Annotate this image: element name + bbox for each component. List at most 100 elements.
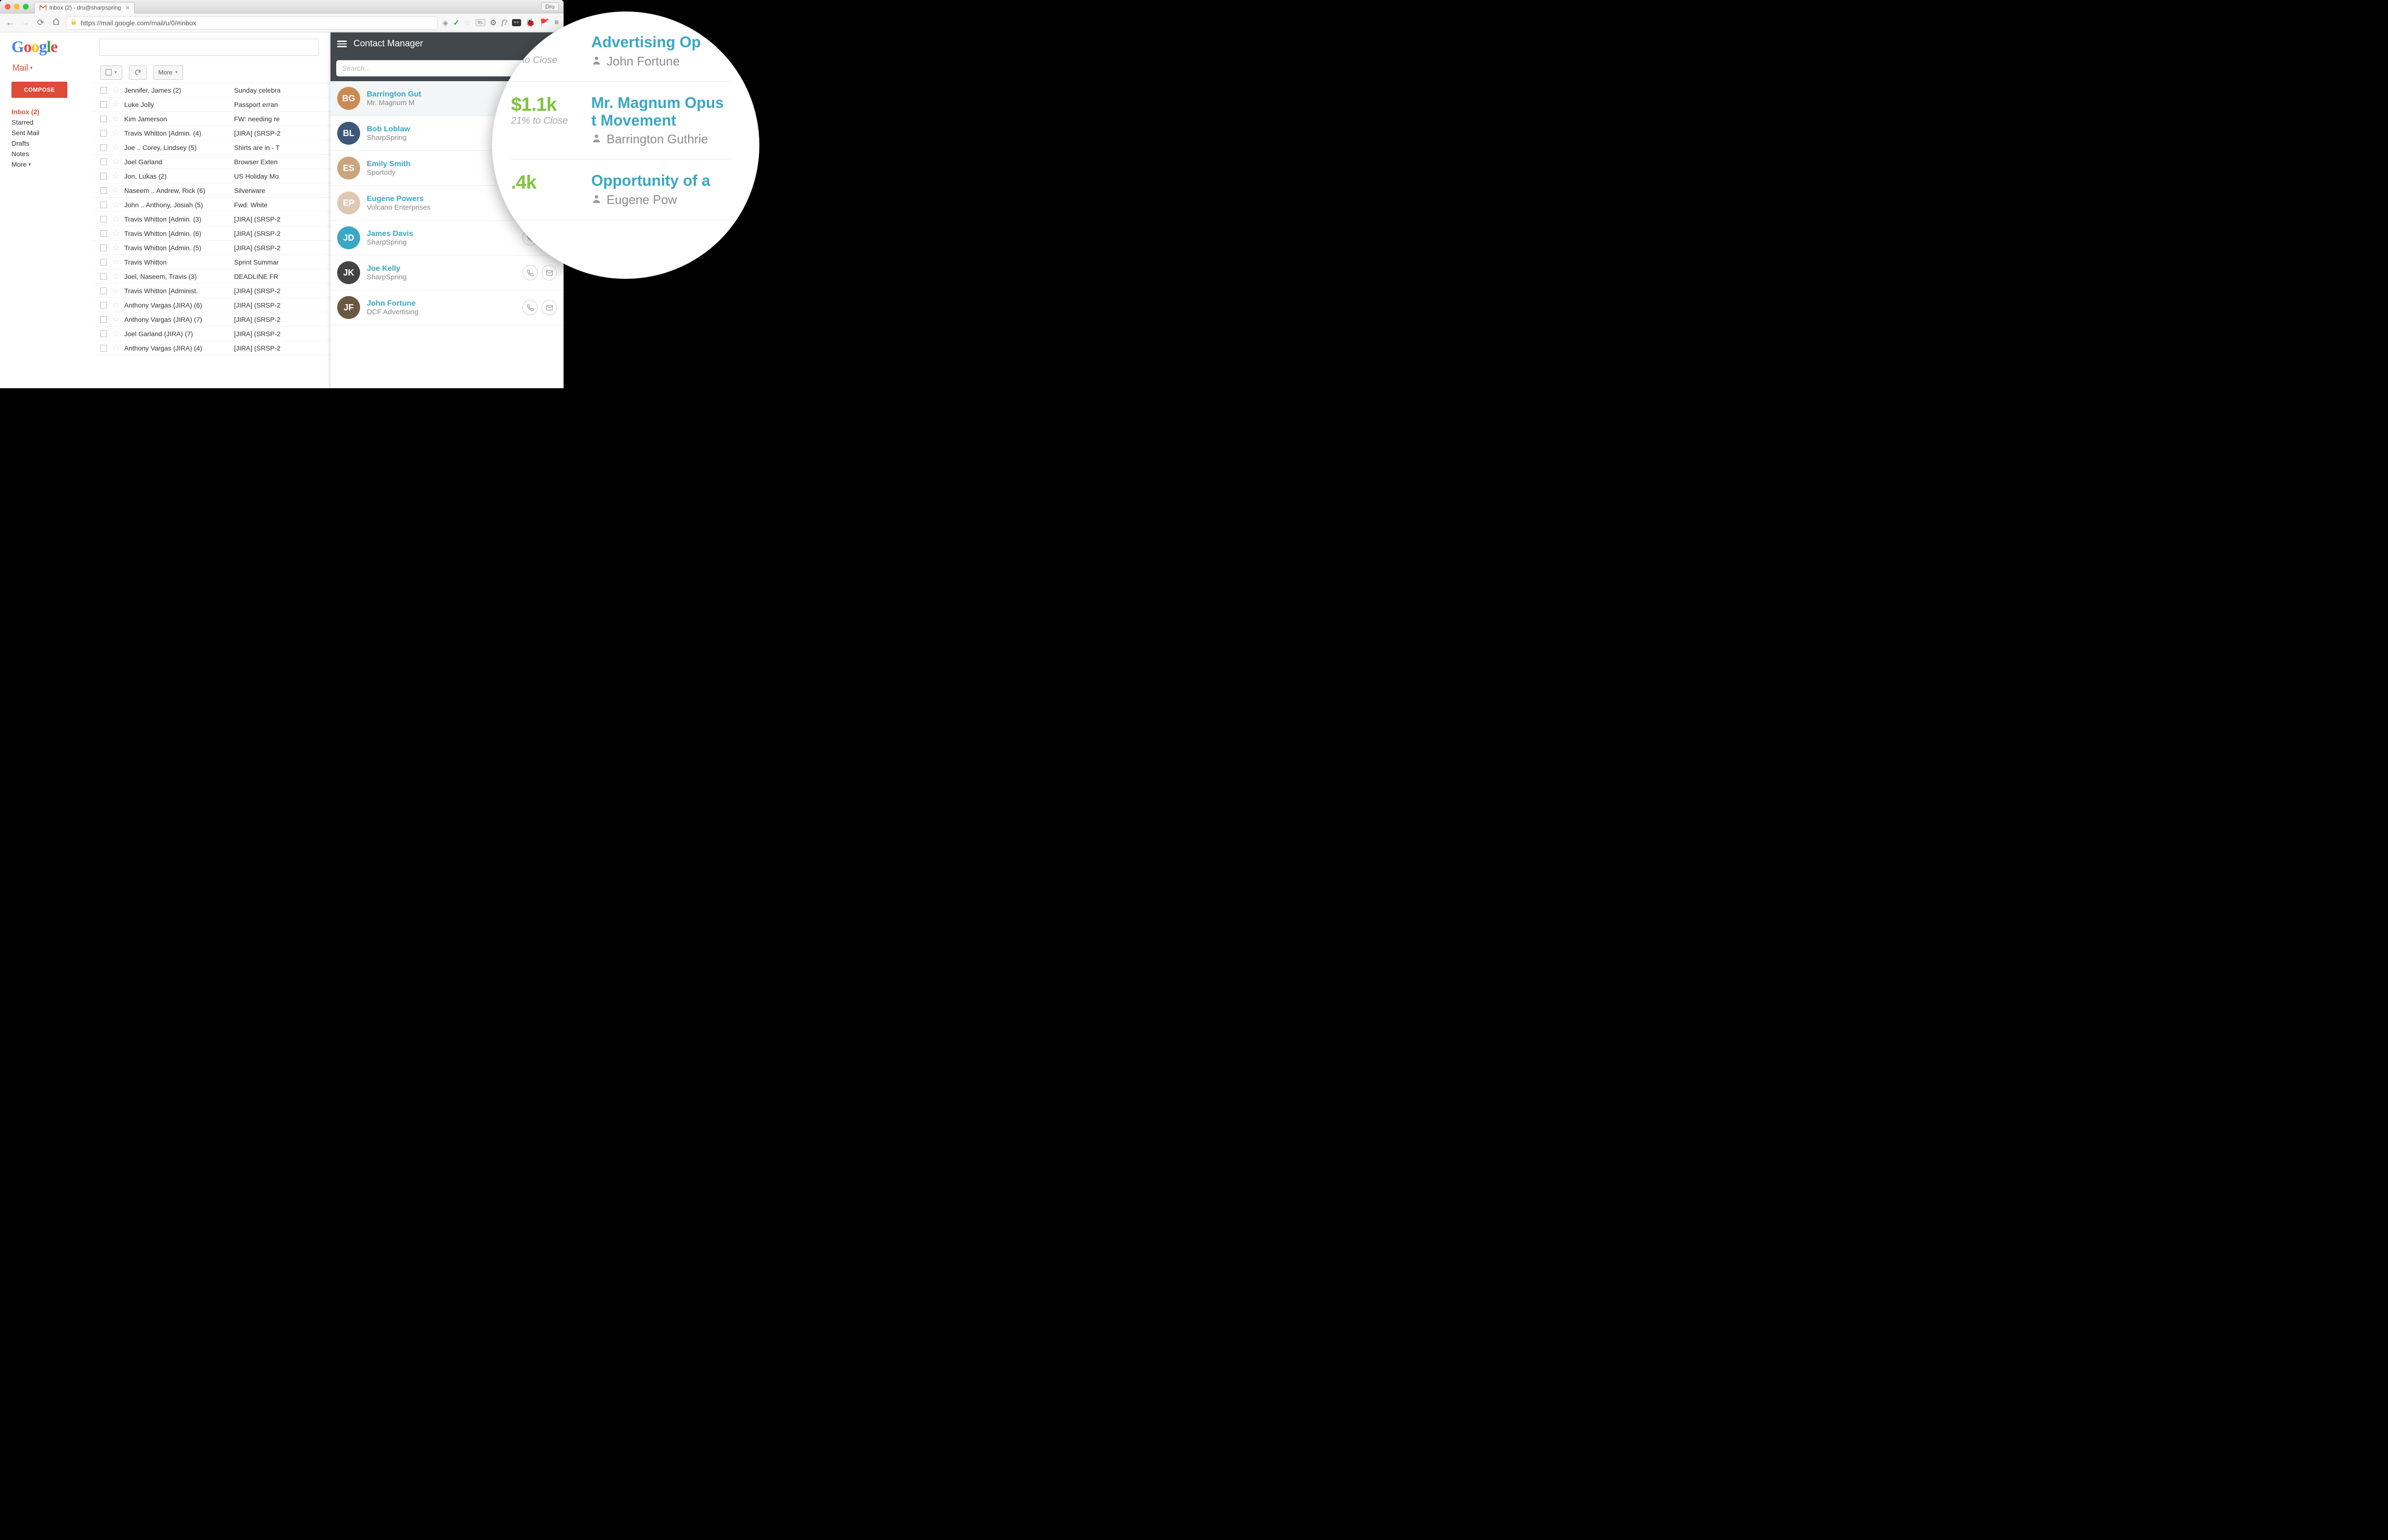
back-button[interactable]: ← (5, 18, 15, 28)
refresh-button[interactable] (129, 65, 147, 80)
checkbox[interactable] (100, 302, 107, 308)
avatar: BL (337, 122, 360, 145)
email-sender: Naseem .. Andrew, Rick (6) (124, 187, 229, 194)
star-icon[interactable]: ☆ (112, 185, 119, 195)
folder-item[interactable]: More ▾ (11, 159, 94, 170)
checkbox[interactable] (100, 259, 107, 266)
ext-in-icon[interactable]: In. (476, 19, 485, 26)
opportunity-row[interactable]: .4kOpportunity of aEugene Pow (511, 159, 731, 220)
folder-item[interactable]: Drafts (11, 138, 94, 149)
close-window-button[interactable] (5, 4, 11, 10)
checkbox[interactable] (100, 287, 107, 294)
google-logo: Google (11, 38, 94, 56)
email-sender: Anthony Vargas (JIRA) (7) (124, 316, 229, 323)
gmail-icon (40, 5, 46, 11)
checkbox[interactable] (100, 244, 107, 251)
star-icon[interactable]: ☆ (112, 329, 119, 339)
checkbox[interactable] (100, 144, 107, 151)
contact-actions (522, 265, 557, 280)
star-icon[interactable]: ☆ (112, 286, 119, 296)
bookmark-star-icon[interactable]: ☆ (464, 18, 471, 28)
folder-item[interactable]: Inbox (2) (11, 106, 94, 117)
star-icon[interactable]: ☆ (112, 271, 119, 281)
folder-item[interactable]: Starred (11, 117, 94, 127)
opportunity-row[interactable]: $1.1k21% to CloseMr. Magnum Opus t Movem… (511, 82, 731, 160)
contact-name: John Fortune (367, 299, 516, 308)
phone-icon[interactable] (522, 265, 538, 280)
ext-check-icon[interactable]: ✓ (453, 18, 459, 28)
checkbox[interactable] (100, 316, 107, 323)
forward-button: → (20, 18, 31, 28)
avatar: JK (337, 261, 360, 284)
star-icon[interactable]: ☆ (112, 200, 119, 210)
address-bar[interactable]: https://mail.google.com/mail/u/0/#inbox (66, 16, 437, 30)
more-button[interactable]: More ▾ (153, 65, 183, 80)
star-icon[interactable]: ☆ (112, 128, 119, 138)
reload-button[interactable]: ⟳ (35, 18, 46, 28)
minimize-window-button[interactable] (14, 4, 20, 10)
browser-menu-icon[interactable]: ≡ (554, 19, 559, 27)
zoom-lens: 00% to CloseAdvertising OpJohn Fortune$1… (492, 11, 759, 279)
star-icon[interactable]: ☆ (112, 228, 119, 238)
settings-gear-icon[interactable]: ⚙ (490, 18, 497, 28)
star-icon[interactable]: ☆ (112, 114, 119, 124)
checkbox[interactable] (100, 130, 107, 137)
contact-item[interactable]: JFJohn FortuneDCF Advertising (330, 290, 564, 325)
caret-down-icon: ▾ (175, 70, 178, 75)
gmail-search-input[interactable] (99, 39, 319, 56)
email-sender: Travis Whitton [Admin. (6) (124, 230, 229, 237)
opportunity-amount: $1.1k (511, 94, 578, 116)
star-icon[interactable]: ☆ (112, 85, 119, 95)
email-sender: Travis Whitton (124, 258, 229, 266)
lock-icon (70, 19, 77, 27)
ext-f-icon[interactable]: f? (501, 19, 507, 27)
phone-icon[interactable] (522, 300, 538, 315)
star-icon[interactable]: ☆ (112, 99, 119, 109)
star-icon[interactable]: ☆ (112, 257, 119, 267)
ext-flag-icon[interactable]: 🚩 (540, 18, 550, 28)
contact-company: SharpSpring (367, 238, 516, 246)
star-icon[interactable]: ☆ (112, 171, 119, 181)
star-icon[interactable]: ☆ (112, 142, 119, 152)
star-icon[interactable]: ☆ (112, 243, 119, 253)
star-icon[interactable]: ☆ (112, 214, 119, 224)
star-icon[interactable]: ☆ (112, 343, 119, 353)
checkbox[interactable] (100, 273, 107, 280)
checkbox[interactable] (100, 159, 107, 165)
home-button[interactable] (51, 18, 61, 28)
checkbox[interactable] (100, 230, 107, 237)
opportunity-person: Barrington Guthrie (591, 132, 731, 147)
email-icon[interactable] (542, 265, 557, 280)
ext-bug-icon[interactable]: 🐞 (526, 18, 535, 28)
checkbox[interactable] (100, 87, 107, 94)
checkbox[interactable] (100, 187, 107, 194)
folder-item[interactable]: Sent Mail (11, 127, 94, 138)
contact-item[interactable]: JKJoe KellySharpSpring (330, 255, 564, 290)
maximize-window-button[interactable] (23, 4, 29, 10)
avatar: EP (337, 191, 360, 214)
select-all-button[interactable]: ▾ (100, 65, 122, 80)
mail-dropdown[interactable]: Mail ▾ (12, 63, 94, 73)
folder-item[interactable]: Notes (11, 149, 94, 159)
checkbox[interactable] (100, 345, 107, 351)
email-sender: Jon, Lukas (2) (124, 172, 229, 180)
checkbox[interactable] (100, 173, 107, 180)
browser-tab[interactable]: Inbox (2) - dru@sharpspring × (34, 2, 135, 13)
cm-title: Contact Manager (353, 39, 423, 49)
close-tab-icon[interactable]: × (126, 4, 129, 11)
checkbox[interactable] (100, 101, 107, 108)
ext-diamond-icon[interactable]: ◈ (442, 18, 448, 28)
checkbox[interactable] (100, 202, 107, 208)
contact-actions (522, 300, 557, 315)
ext-mask-icon[interactable]: 👓 (512, 19, 521, 26)
profile-chip[interactable]: Dru (541, 2, 559, 11)
star-icon[interactable]: ☆ (112, 157, 119, 167)
star-icon[interactable]: ☆ (112, 300, 119, 310)
checkbox[interactable] (100, 116, 107, 122)
email-icon[interactable] (542, 300, 557, 315)
checkbox[interactable] (100, 330, 107, 337)
star-icon[interactable]: ☆ (112, 314, 119, 324)
checkbox[interactable] (100, 216, 107, 223)
compose-button[interactable]: COMPOSE (11, 82, 67, 98)
hamburger-icon[interactable] (337, 41, 347, 47)
